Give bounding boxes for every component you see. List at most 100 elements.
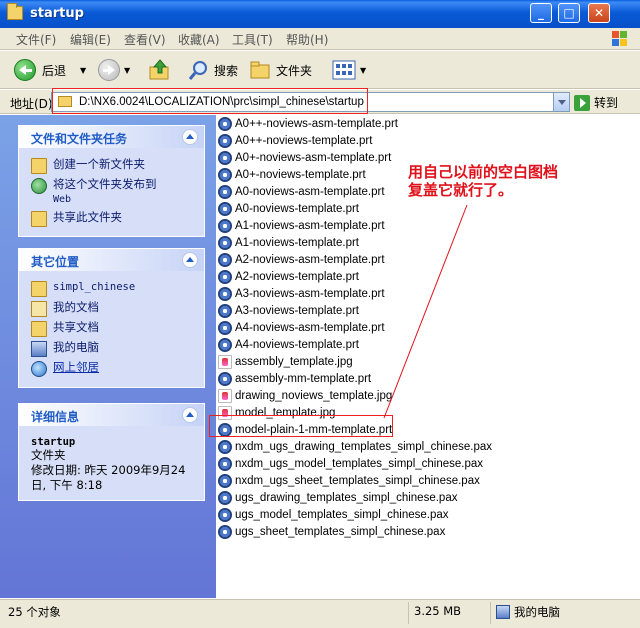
task-publish-web[interactable]: 将这个文件夹发布到 Web [31, 177, 196, 207]
panel-header[interactable]: 文件和文件夹任务 [19, 126, 204, 148]
file-row[interactable]: A0++-noviews-asm-template.prt [218, 115, 398, 132]
task-new-folder[interactable]: 创建一个新文件夹 [31, 157, 196, 174]
folders-icon [250, 61, 270, 79]
place-my-computer[interactable]: 我的电脑 [31, 340, 196, 357]
forward-arrow-icon [98, 59, 120, 81]
panel-header[interactable]: 其它位置 [19, 249, 204, 271]
shared-documents-icon [31, 321, 47, 337]
nx-file-icon [218, 371, 232, 386]
nx-file-icon [218, 320, 232, 335]
maximize-button[interactable]: □ [558, 3, 580, 23]
file-row[interactable]: A0+-noviews-asm-template.prt [218, 149, 391, 166]
back-dropdown-icon[interactable]: ▼ [80, 66, 86, 75]
menu-bar: 文件(F) 编辑(E) 查看(V) 收藏(A) 工具(T) 帮助(H) [0, 28, 640, 50]
go-button[interactable]: 转到 [574, 94, 618, 111]
collapse-icon[interactable] [182, 252, 198, 268]
file-row[interactable]: model_template.jpg [218, 404, 335, 421]
file-row[interactable]: drawing_noviews_template.jpg [218, 387, 392, 404]
place-my-documents[interactable]: 我的文档 [31, 300, 196, 317]
total-size: 3.25 MB [414, 604, 462, 618]
file-row[interactable]: A0-noviews-asm-template.prt [218, 183, 385, 200]
file-name: A0+-noviews-asm-template.prt [235, 151, 392, 164]
task-share-folder[interactable]: 共享此文件夹 [31, 210, 196, 227]
back-button[interactable]: 后退 ▼ [14, 57, 86, 83]
window-title: startup [30, 6, 84, 21]
detail-modified-cont: 日, 下午 8:18 [31, 478, 103, 492]
file-name: A4-noviews-asm-template.prt [235, 321, 385, 334]
nx-file-icon [218, 456, 232, 471]
file-row[interactable]: model-plain-1-mm-template.prt [218, 421, 392, 438]
minimize-button[interactable]: _ [530, 3, 552, 23]
file-name: A1-noviews-asm-template.prt [235, 219, 385, 232]
image-file-icon [218, 354, 232, 369]
nx-file-icon [218, 269, 232, 284]
menu-view[interactable]: 查看(V) [124, 31, 166, 48]
nx-file-icon [218, 490, 232, 505]
collapse-icon[interactable] [182, 129, 198, 145]
file-row[interactable]: A0+-noviews-template.prt [218, 166, 366, 183]
file-row[interactable]: A1-noviews-template.prt [218, 234, 359, 251]
file-name: A4-noviews-template.prt [235, 338, 359, 351]
file-name: A0+-noviews-template.prt [235, 168, 366, 181]
image-file-icon [218, 405, 232, 420]
place-network[interactable]: 网上邻居 [31, 360, 196, 377]
file-name: ugs_drawing_templates_simpl_chinese.pax [235, 491, 458, 504]
file-row[interactable]: ugs_model_templates_simpl_chinese.pax [218, 506, 449, 523]
search-button[interactable]: 搜索 [188, 57, 238, 83]
file-name: A3-noviews-asm-template.prt [235, 287, 385, 300]
folders-label: 文件夹 [276, 63, 313, 78]
status-bar: 25 个对象 3.25 MB 我的电脑 [0, 599, 640, 628]
file-row[interactable]: A2-noviews-template.prt [218, 268, 359, 285]
address-input[interactable]: D:\NX6.0024\LOCALIZATION\prc\simpl_chine… [51, 92, 570, 112]
views-button[interactable]: ▼ [332, 57, 366, 83]
file-name: A1-noviews-template.prt [235, 236, 359, 249]
file-row[interactable]: A3-noviews-template.prt [218, 302, 359, 319]
close-button[interactable]: ✕ [588, 3, 610, 23]
file-name: nxdm_ugs_model_templates_simpl_chinese.p… [235, 457, 484, 470]
windows-logo-icon [612, 31, 627, 46]
file-row[interactable]: A0++-noviews-template.prt [218, 132, 372, 149]
file-row[interactable]: A4-noviews-template.prt [218, 336, 359, 353]
file-row[interactable]: ugs_drawing_templates_simpl_chinese.pax [218, 489, 457, 506]
file-row[interactable]: nxdm_ugs_drawing_templates_simpl_chinese… [218, 438, 492, 455]
place-simpl-chinese[interactable]: simpl_chinese [31, 280, 196, 297]
menu-file[interactable]: 文件(F) [16, 31, 56, 48]
file-row[interactable]: A0-noviews-template.prt [218, 200, 359, 217]
file-name: A0-noviews-asm-template.prt [235, 185, 385, 198]
file-row[interactable]: ugs_sheet_templates_simpl_chinese.pax [218, 523, 445, 540]
place-shared-documents[interactable]: 共享文档 [31, 320, 196, 337]
folder-icon [7, 3, 23, 20]
file-row[interactable]: A3-noviews-asm-template.prt [218, 285, 385, 302]
address-bar: 地址(D) D:\NX6.0024\LOCALIZATION\prc\simpl… [0, 90, 640, 114]
title-bar: startup _ □ ✕ [0, 0, 640, 28]
details-panel: 详细信息 startup 文件夹 修改日期: 昨天 2009年9月24 日, 下… [18, 403, 205, 501]
menu-edit[interactable]: 编辑(E) [70, 31, 111, 48]
file-row[interactable]: nxdm_ugs_sheet_templates_simpl_chinese.p… [218, 472, 480, 489]
menu-help[interactable]: 帮助(H) [286, 31, 328, 48]
file-row[interactable]: A2-noviews-asm-template.prt [218, 251, 385, 268]
file-row[interactable]: assembly-mm-template.prt [218, 370, 371, 387]
panel-title: 其它位置 [31, 255, 80, 269]
up-folder-button[interactable] [148, 57, 172, 83]
nx-file-icon [218, 286, 232, 301]
file-row[interactable]: nxdm_ugs_model_templates_simpl_chinese.p… [218, 455, 483, 472]
forward-dropdown-icon[interactable]: ▼ [124, 66, 130, 75]
file-name: nxdm_ugs_sheet_templates_simpl_chinese.p… [235, 474, 480, 487]
file-row[interactable]: assembly_template.jpg [218, 353, 353, 370]
views-dropdown-icon[interactable]: ▼ [360, 66, 366, 75]
nx-file-icon [218, 167, 232, 182]
collapse-icon[interactable] [182, 407, 198, 423]
up-folder-icon [149, 59, 169, 80]
file-name: A0-noviews-template.prt [235, 202, 359, 215]
menu-favorites[interactable]: 收藏(A) [178, 31, 220, 48]
other-places-panel: 其它位置 simpl_chinese 我的文档 共享文档 我的电脑 网上邻居 [18, 248, 205, 388]
folders-button[interactable]: 文件夹 [250, 57, 312, 83]
forward-button[interactable]: ▼ [98, 57, 130, 83]
nx-file-icon [218, 252, 232, 267]
file-row[interactable]: A1-noviews-asm-template.prt [218, 217, 385, 234]
panel-header[interactable]: 详细信息 [19, 404, 204, 426]
menu-tools[interactable]: 工具(T) [232, 31, 273, 48]
file-row[interactable]: A4-noviews-asm-template.prt [218, 319, 385, 336]
address-dropdown-icon[interactable] [553, 93, 569, 111]
nx-file-icon [218, 201, 232, 216]
